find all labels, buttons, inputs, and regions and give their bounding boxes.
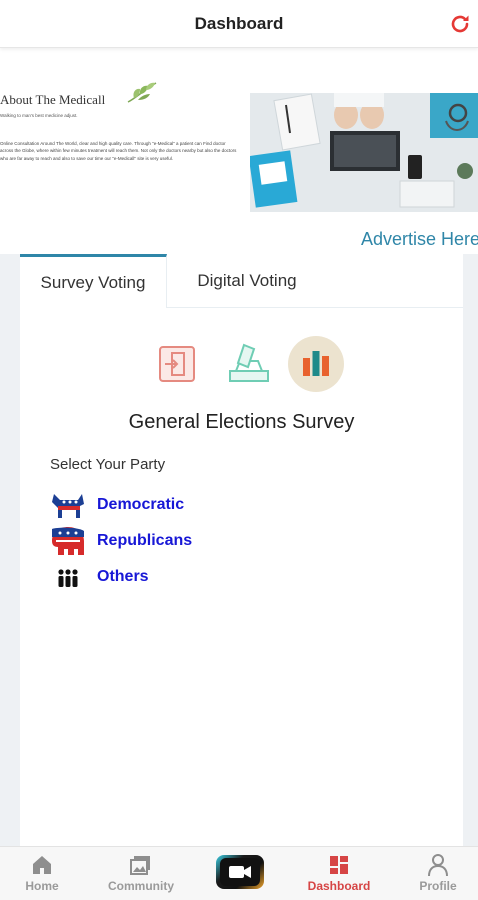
nav-profile[interactable]: Profile bbox=[400, 847, 476, 900]
tab-survey-voting[interactable]: Survey Voting bbox=[20, 254, 167, 308]
bar-chart-icon[interactable] bbox=[288, 336, 344, 392]
banner-text-block: About The Medicall Walking to man's best… bbox=[0, 80, 245, 220]
dashboard-icon bbox=[327, 853, 351, 877]
party-label-democratic: Democratic bbox=[97, 496, 185, 513]
nav-home-label: Home bbox=[25, 879, 59, 893]
nav-community-label: Community bbox=[108, 879, 174, 893]
party-option-others[interactable]: Others bbox=[48, 560, 348, 594]
select-party-label: Select Your Party bbox=[50, 456, 166, 473]
elephant-icon bbox=[48, 524, 88, 560]
home-icon bbox=[30, 853, 54, 877]
leaf-icon bbox=[127, 82, 157, 103]
nav-home[interactable]: Home bbox=[2, 847, 82, 900]
image-gallery-icon bbox=[129, 853, 153, 877]
ballot-box-icon[interactable] bbox=[221, 336, 277, 392]
advertise-here-link[interactable]: Advertise Here bbox=[361, 229, 478, 250]
survey-icons-row bbox=[147, 336, 347, 392]
nav-profile-label: Profile bbox=[419, 879, 457, 893]
nav-community[interactable]: Community bbox=[100, 847, 182, 900]
banner-subtitle: Walking to man's best medicine adjust. bbox=[0, 113, 78, 118]
party-option-republicans[interactable]: Republicans bbox=[48, 524, 348, 558]
donkey-icon bbox=[48, 488, 88, 524]
party-label-republicans: Republicans bbox=[97, 532, 193, 549]
party-label-others: Others bbox=[97, 568, 149, 585]
advertisement-banner[interactable]: About The Medicall Walking to man's best… bbox=[0, 80, 478, 220]
banner-title: About The Medicall bbox=[0, 92, 106, 107]
video-camera-icon bbox=[220, 858, 260, 886]
vote-entry-icon[interactable] bbox=[149, 336, 205, 392]
banner-body: Online Consultation Around The World, cl… bbox=[0, 141, 237, 161]
doctor-desk-photo bbox=[250, 93, 478, 212]
video-call-button[interactable] bbox=[216, 855, 264, 889]
tab-digital-voting[interactable]: Digital Voting bbox=[167, 254, 327, 308]
voting-card: Survey Voting Digital Voting General Ele… bbox=[20, 254, 463, 846]
refresh-button[interactable] bbox=[446, 10, 474, 38]
page-title: Dashboard bbox=[194, 14, 284, 33]
nav-dashboard[interactable]: Dashboard bbox=[300, 847, 378, 900]
refresh-icon bbox=[451, 15, 469, 33]
survey-title: General Elections Survey bbox=[128, 411, 355, 433]
nav-dashboard-label: Dashboard bbox=[307, 879, 371, 893]
person-icon bbox=[426, 853, 450, 877]
voting-tabs: Survey Voting Digital Voting bbox=[20, 254, 463, 308]
people-icon bbox=[48, 560, 88, 596]
bottom-navigation: Home Community Dashboard Profile bbox=[0, 846, 478, 900]
app-screen: Dashboard About The Medicall Walking to … bbox=[0, 0, 478, 900]
top-app-bar: Dashboard bbox=[0, 0, 478, 48]
party-option-democratic[interactable]: Democratic bbox=[48, 488, 348, 522]
